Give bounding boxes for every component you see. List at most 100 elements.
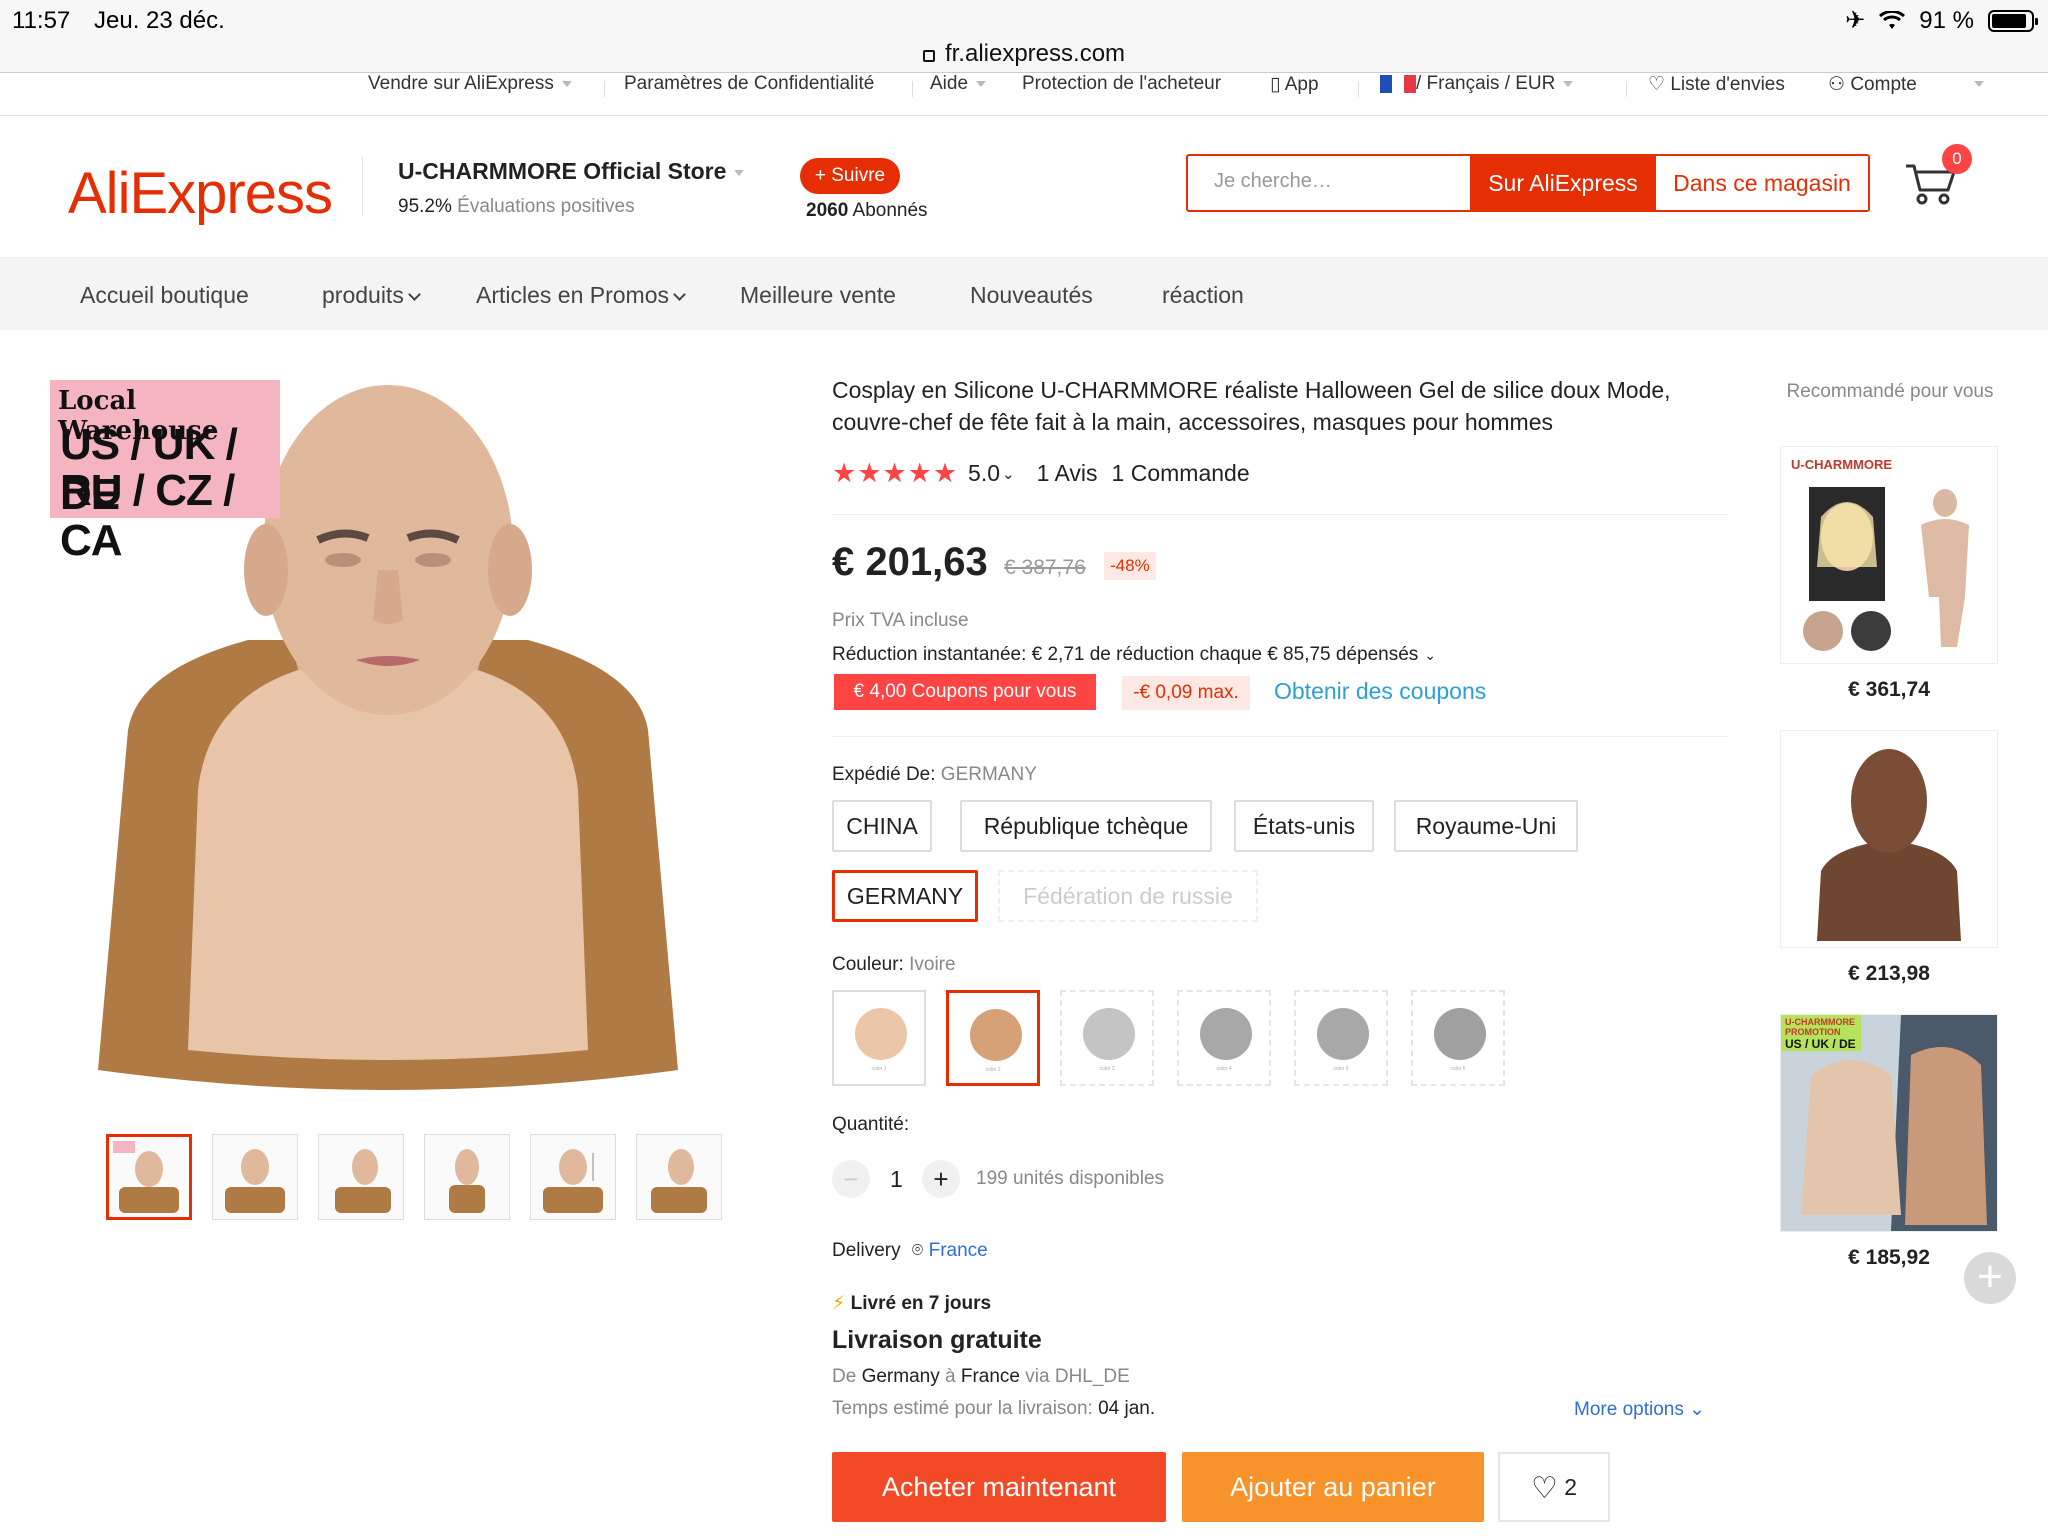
divider <box>832 736 1728 737</box>
nav-products[interactable]: produits <box>322 282 421 309</box>
quantity-value[interactable]: 1 <box>890 1166 903 1193</box>
swatch-color <box>1434 1008 1486 1060</box>
coupon-max-badge[interactable]: -€ 0,09 max. <box>1122 676 1250 710</box>
privacy-link[interactable]: Paramètres de Confidentialité <box>624 73 874 95</box>
ship-option-germany[interactable]: GERMANY <box>832 870 978 922</box>
coupon-badge[interactable]: € 4,00 Coupons pour vous <box>834 674 1096 710</box>
delivery-row: Delivery ⌾ France <box>832 1240 988 1262</box>
wishlist-button[interactable]: ♡ 2 <box>1498 1452 1610 1522</box>
recommended-card-1[interactable]: U-CHARMMORE <box>1780 446 1998 664</box>
nav-promos[interactable]: Articles en Promos <box>476 282 686 309</box>
ship-option-czech-republic[interactable]: République tchèque <box>960 800 1212 852</box>
status-time: 11:57 <box>12 7 71 34</box>
airplane-icon: ✈ <box>1845 7 1866 34</box>
chevron-down-icon <box>407 288 421 301</box>
chevron-down-icon: ⌄ <box>1424 647 1437 663</box>
thumbnail-image <box>543 1149 603 1213</box>
nav-divider <box>1358 81 1359 97</box>
get-coupons-link[interactable]: Obtenir des coupons <box>1274 678 1486 705</box>
lock-icon <box>922 50 935 62</box>
aliexpress-logo[interactable]: AliExpress <box>68 160 333 227</box>
nav-feedback[interactable]: réaction <box>1162 282 1244 309</box>
delivery-truck-icon: ⚡ <box>832 1293 846 1314</box>
wishlist-link[interactable]: ♡ Liste d'envies <box>1648 73 1785 96</box>
ship-option-china[interactable]: CHINA <box>832 800 932 852</box>
phone-icon: ▯ <box>1270 74 1281 95</box>
ship-option-united-states[interactable]: États-unis <box>1234 800 1374 852</box>
app-link[interactable]: ▯ App <box>1270 73 1319 96</box>
more-options-link[interactable]: More options ⌄ <box>1574 1398 1705 1421</box>
rating-row: ★★★★★ 5.0 ⌄ 1 Avis 1 Commande <box>832 458 1250 489</box>
shipping-route: De Germany à France via DHL_DE <box>832 1366 1130 1387</box>
quantity-decrease-button[interactable]: − <box>832 1160 870 1198</box>
protection-link[interactable]: Protection de l'acheteur <box>1022 73 1221 95</box>
plus-icon[interactable]: + <box>1964 1252 2016 1304</box>
nav-new-arrivals[interactable]: Nouveautés <box>970 282 1093 309</box>
add-to-cart-button[interactable]: Ajouter au panier <box>1182 1452 1484 1522</box>
swatch-color <box>1200 1008 1252 1060</box>
search-aliexpress-button[interactable]: Sur AliExpress <box>1470 156 1656 210</box>
thumbnail-6[interactable] <box>636 1134 722 1220</box>
thumbnail-image <box>651 1149 707 1213</box>
card-tag-label: US / UK / DE <box>1785 1037 1856 1051</box>
status-indicators: ✈ 91 % <box>1845 6 2038 35</box>
color-swatch-5: color 5 <box>1294 990 1388 1086</box>
search-input[interactable]: Je cherche… <box>1214 170 1332 193</box>
orders-count: 1 Commande <box>1111 460 1250 486</box>
heart-outline-icon: ♡ <box>1530 1471 1558 1505</box>
help-link[interactable]: Aide <box>930 73 987 95</box>
color-swatch-2[interactable]: color 2 <box>946 990 1040 1086</box>
france-flag-icon <box>1380 74 1416 93</box>
ship-option-united-kingdom[interactable]: Royaume-Uni <box>1394 800 1578 852</box>
thumbnail-4[interactable] <box>424 1134 510 1220</box>
buy-now-button[interactable]: Acheter maintenant <box>832 1452 1166 1522</box>
recommended-card-2[interactable] <box>1780 730 1998 948</box>
reviews-count[interactable]: 1 Avis <box>1037 460 1098 487</box>
instant-reduction[interactable]: Réduction instantanée: € 2,71 de réducti… <box>832 644 1436 666</box>
thumbnail-image <box>113 1141 179 1213</box>
caret-down-icon <box>734 169 745 176</box>
recommended-price-2[interactable]: € 213,98 <box>1780 962 1998 986</box>
thumbnail-2[interactable] <box>212 1134 298 1220</box>
ios-status-bar: 11:57 Jeu. 23 déc. ✈ 91 % <box>0 0 2048 42</box>
store-rating: 95.2% Évaluations positives <box>398 196 635 217</box>
search-store-button[interactable]: Dans ce magasin <box>1656 156 1868 210</box>
search-box: Je cherche… Sur AliExpress Dans ce magas… <box>1186 154 1870 212</box>
caret-down-icon <box>1563 80 1574 87</box>
user-icon: ⚇ <box>1828 74 1846 95</box>
swatch-color <box>855 1008 907 1060</box>
thumbnail-5[interactable] <box>530 1134 616 1220</box>
thumbnail-image <box>335 1149 391 1213</box>
thumbnail-3[interactable] <box>318 1134 404 1220</box>
original-price: € 387,76 <box>1004 556 1086 579</box>
follow-button[interactable]: + Suivre <box>800 158 900 194</box>
wifi-icon <box>1879 10 1906 29</box>
location-pin-icon: ⌾ <box>911 1240 924 1261</box>
language-selector[interactable]: / Français / EUR <box>1380 73 1574 95</box>
caret-down-icon[interactable] <box>1974 81 1984 87</box>
swatch-caption: color 6 <box>1450 1066 1466 1072</box>
rating-value[interactable]: 5.0 <box>968 460 1000 487</box>
nav-store-home[interactable]: Accueil boutique <box>80 282 249 309</box>
delivery-location[interactable]: ⌾ France <box>912 1240 988 1261</box>
swatch-caption: color 5 <box>1333 1066 1349 1072</box>
recommended-title: Recommandé pour vous <box>1786 381 1994 402</box>
free-shipping: Livraison gratuite <box>832 1326 1042 1354</box>
sell-link[interactable]: Vendre sur AliExpress <box>368 73 572 95</box>
product-title: Cosplay en Silicone U-CHARMMORE réaliste… <box>832 377 1671 435</box>
quantity-increase-button[interactable]: + <box>922 1160 960 1198</box>
store-name[interactable]: U-CHARMMORE Official Store <box>398 158 745 185</box>
recommended-card-3[interactable]: U-CHARMMORE PROMOTION US / UK / DE <box>1780 1014 1998 1232</box>
current-price: € 201,63 <box>832 540 988 584</box>
color-swatch-1[interactable]: color 1 <box>832 990 926 1086</box>
recommended-price-1[interactable]: € 361,74 <box>1780 678 1998 702</box>
swatch-caption: color 4 <box>1216 1066 1232 1072</box>
thumbnail-image <box>449 1149 485 1213</box>
cart-count-badge: 0 <box>1942 144 1972 174</box>
store-header: AliExpress U-CHARMMORE Official Store 95… <box>0 116 2048 258</box>
vat-note: Prix TVA incluse <box>832 610 969 631</box>
thumbnail-1[interactable] <box>106 1134 192 1220</box>
nav-best-sellers[interactable]: Meilleure vente <box>740 282 896 309</box>
ship-from-label: Expédié De: GERMANY <box>832 764 1037 785</box>
account-link[interactable]: ⚇ Compte <box>1828 73 1917 96</box>
